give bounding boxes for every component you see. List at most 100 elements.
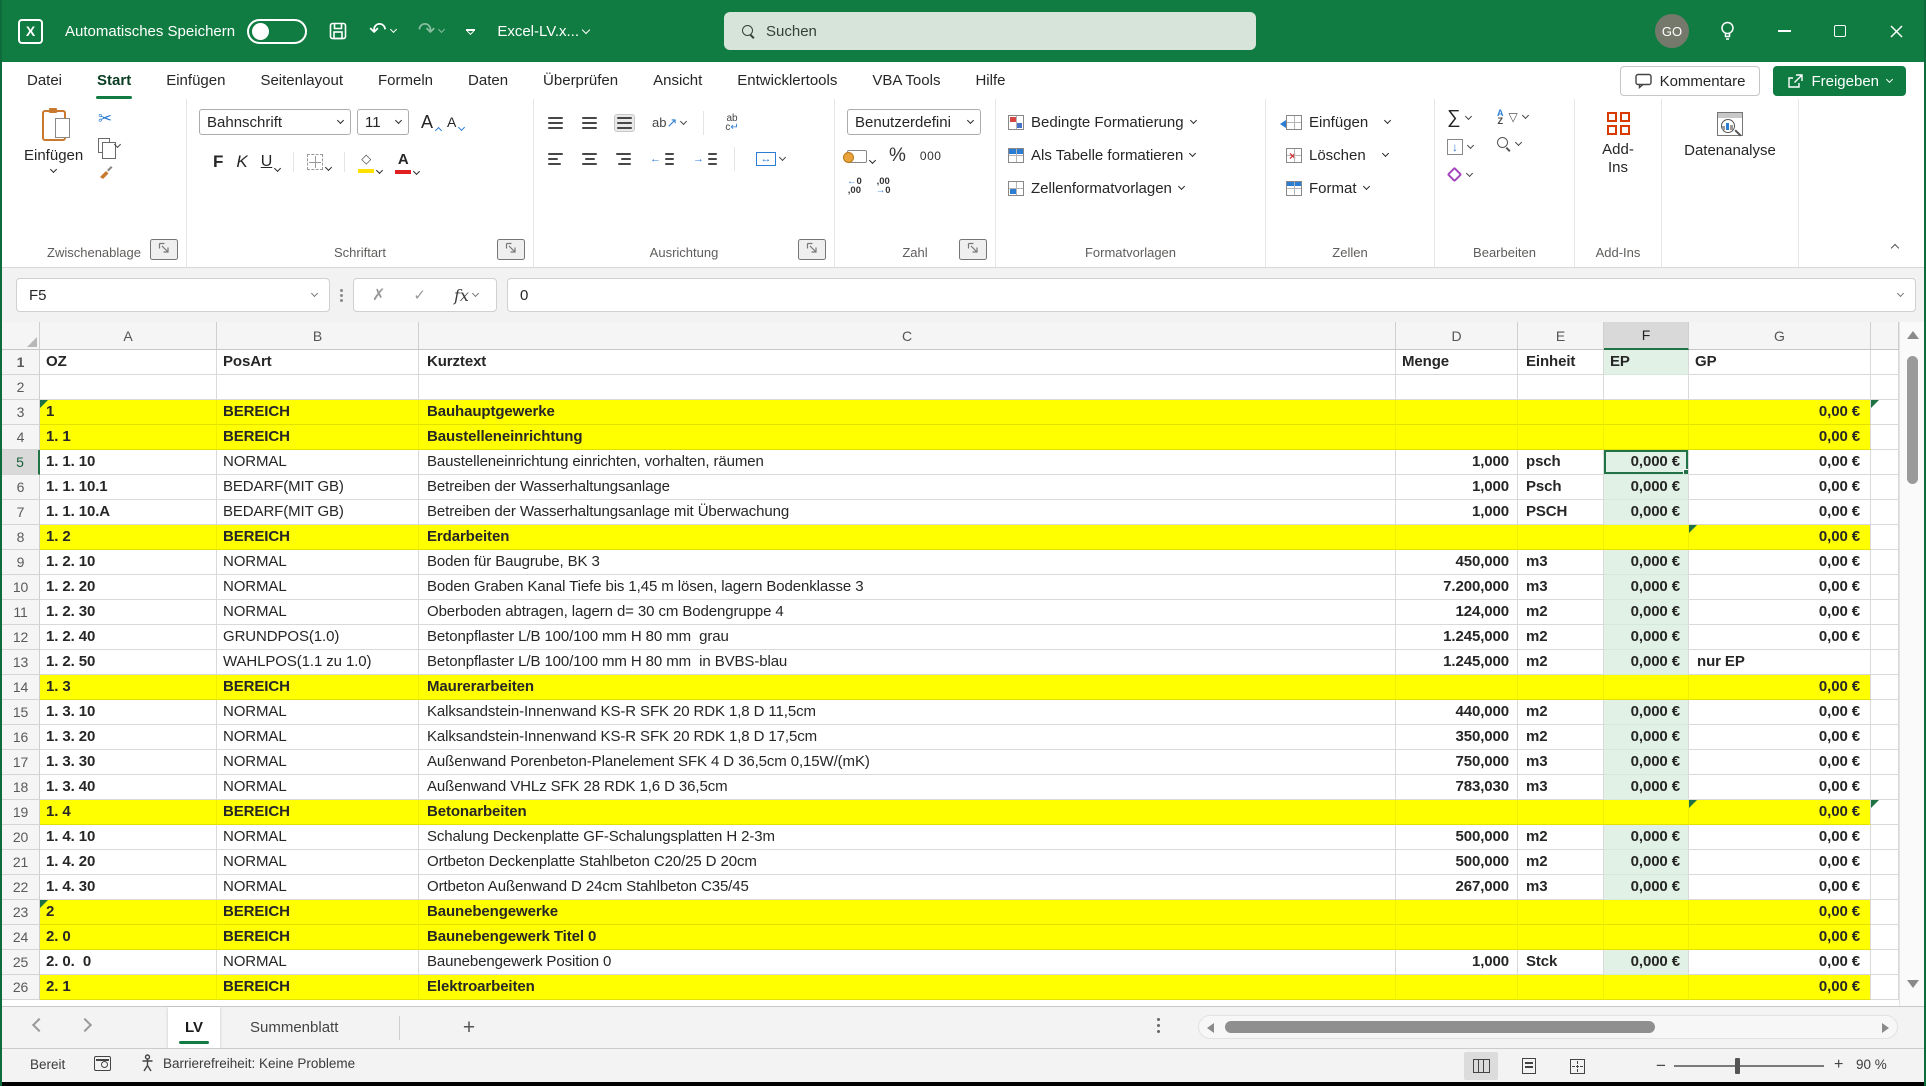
- column-header-B[interactable]: B: [217, 322, 419, 350]
- cell-C2[interactable]: [419, 375, 1396, 400]
- cell-B9[interactable]: NORMAL: [217, 550, 419, 575]
- cell-C5[interactable]: Baustelleneinrichtung einrichten, vorhal…: [419, 450, 1396, 475]
- align-center-button[interactable]: [580, 151, 599, 167]
- row-header-8[interactable]: 8: [2, 525, 40, 550]
- cell-B18[interactable]: NORMAL: [217, 775, 419, 800]
- page-layout-view-button[interactable]: [1512, 1052, 1546, 1080]
- cell-D26[interactable]: [1396, 975, 1518, 1000]
- zoom-slider-thumb[interactable]: [1735, 1058, 1740, 1074]
- cell-B3[interactable]: BEREICH: [217, 400, 419, 425]
- cell-E1[interactable]: Einheit: [1518, 350, 1604, 375]
- cell-D22[interactable]: 267,000: [1396, 875, 1518, 900]
- cell-G1[interactable]: GP: [1689, 350, 1871, 375]
- cell-E12[interactable]: m2: [1518, 625, 1604, 650]
- number-format-select[interactable]: Benutzerdefini: [847, 109, 981, 135]
- cell-A4[interactable]: 1. 1: [40, 425, 217, 450]
- cell-H12[interactable]: [1871, 625, 1899, 650]
- menu-tab-einfügen[interactable]: Einfügen: [165, 62, 226, 99]
- cell-E25[interactable]: Stck: [1518, 950, 1604, 975]
- cell-A3[interactable]: 1: [40, 400, 217, 425]
- cell-A2[interactable]: [40, 375, 217, 400]
- row-header-11[interactable]: 11: [2, 600, 40, 625]
- addins-button[interactable]: Add-Ins: [1589, 111, 1647, 178]
- cell-E19[interactable]: [1518, 800, 1604, 825]
- cell-E9[interactable]: m3: [1518, 550, 1604, 575]
- cell-D14[interactable]: [1396, 675, 1518, 700]
- fill-color-button[interactable]: ◇: [358, 151, 382, 173]
- cell-A16[interactable]: 1. 3. 20: [40, 725, 217, 750]
- confirm-entry-button[interactable]: ✓: [407, 285, 432, 305]
- cell-H13[interactable]: [1871, 650, 1899, 675]
- cell-F4[interactable]: [1604, 425, 1689, 450]
- column-header-A[interactable]: A: [40, 322, 217, 350]
- cell-E22[interactable]: m3: [1518, 875, 1604, 900]
- zoom-slider-track[interactable]: [1674, 1065, 1824, 1067]
- cell-G8[interactable]: 0,00 €: [1689, 525, 1871, 550]
- redo-button[interactable]: ↷: [418, 21, 445, 41]
- cell-F12[interactable]: 0,000 €: [1604, 625, 1689, 650]
- cell-C16[interactable]: Kalksandstein-Innenwand KS-R SFK 20 RDK …: [419, 725, 1396, 750]
- cell-D21[interactable]: 500,000: [1396, 850, 1518, 875]
- increase-decimal-button[interactable]: ←0,00: [847, 177, 862, 195]
- cell-E11[interactable]: m2: [1518, 600, 1604, 625]
- align-middle-button[interactable]: [580, 115, 599, 131]
- cell-H8[interactable]: [1871, 525, 1899, 550]
- cell-D2[interactable]: [1396, 375, 1518, 400]
- cell-E10[interactable]: m3: [1518, 575, 1604, 600]
- cell-E4[interactable]: [1518, 425, 1604, 450]
- cell-E21[interactable]: m2: [1518, 850, 1604, 875]
- cell-G17[interactable]: 0,00 €: [1689, 750, 1871, 775]
- conditional-formatting-button[interactable]: Bedingte Formatierung: [1008, 109, 1196, 135]
- column-header-G[interactable]: G: [1689, 322, 1871, 350]
- cell-G23[interactable]: 0,00 €: [1689, 900, 1871, 925]
- cell-E16[interactable]: m2: [1518, 725, 1604, 750]
- cell-A5[interactable]: 1. 1. 10: [40, 450, 217, 475]
- cell-H24[interactable]: [1871, 925, 1899, 950]
- cell-G19[interactable]: 0,00 €: [1689, 800, 1871, 825]
- row-header-24[interactable]: 24: [2, 925, 40, 950]
- cell-H23[interactable]: [1871, 900, 1899, 925]
- cell-H17[interactable]: [1871, 750, 1899, 775]
- cell-C24[interactable]: Baunebengewerk Titel 0: [419, 925, 1396, 950]
- cell-C6[interactable]: Betreiben der Wasserhaltungsanlage: [419, 475, 1396, 500]
- cell-D4[interactable]: [1396, 425, 1518, 450]
- font-size-select[interactable]: 11: [357, 109, 409, 135]
- cell-H14[interactable]: [1871, 675, 1899, 700]
- align-left-button[interactable]: [546, 151, 565, 167]
- cell-F23[interactable]: [1604, 900, 1689, 925]
- cell-G7[interactable]: 0,00 €: [1689, 500, 1871, 525]
- cell-H1[interactable]: [1871, 350, 1899, 375]
- cell-B2[interactable]: [217, 375, 419, 400]
- cell-F16[interactable]: 0,000 €: [1604, 725, 1689, 750]
- cell-H11[interactable]: [1871, 600, 1899, 625]
- row-header-12[interactable]: 12: [2, 625, 40, 650]
- cell-E8[interactable]: [1518, 525, 1604, 550]
- column-header-E[interactable]: E: [1518, 322, 1604, 350]
- cell-F15[interactable]: 0,000 €: [1604, 700, 1689, 725]
- cell-C9[interactable]: Boden für Baugrube, BK 3: [419, 550, 1396, 575]
- cell-G13[interactable]: nur EP: [1689, 650, 1871, 675]
- cell-F1[interactable]: EP: [1604, 350, 1689, 375]
- cell-A25[interactable]: 2. 0. 0: [40, 950, 217, 975]
- data-analysis-button[interactable]: Datenanalyse: [1678, 111, 1782, 160]
- cell-F24[interactable]: [1604, 925, 1689, 950]
- cell-C10[interactable]: Boden Graben Kanal Tiefe bis 1,45 m löse…: [419, 575, 1396, 600]
- autosave-toggle[interactable]: [247, 19, 307, 44]
- cell-A9[interactable]: 1. 2. 10: [40, 550, 217, 575]
- decrease-font-button[interactable]: A: [447, 114, 464, 130]
- cancel-entry-button[interactable]: ✗: [366, 284, 391, 306]
- row-header-19[interactable]: 19: [2, 800, 40, 825]
- format-painter-button[interactable]: [98, 164, 114, 180]
- normal-view-button[interactable]: [1464, 1052, 1498, 1080]
- add-sheet-button[interactable]: +: [454, 1007, 484, 1048]
- font-name-select[interactable]: Bahnschrift: [199, 109, 351, 135]
- row-header-17[interactable]: 17: [2, 750, 40, 775]
- row-header-22[interactable]: 22: [2, 875, 40, 900]
- row-header-9[interactable]: 9: [2, 550, 40, 575]
- scroll-right-icon[interactable]: [1882, 1023, 1889, 1033]
- cell-A10[interactable]: 1. 2. 20: [40, 575, 217, 600]
- cell-A13[interactable]: 1. 2. 50: [40, 650, 217, 675]
- cell-E15[interactable]: m2: [1518, 700, 1604, 725]
- cell-G9[interactable]: 0,00 €: [1689, 550, 1871, 575]
- horizontal-scroll-thumb[interactable]: [1225, 1021, 1655, 1033]
